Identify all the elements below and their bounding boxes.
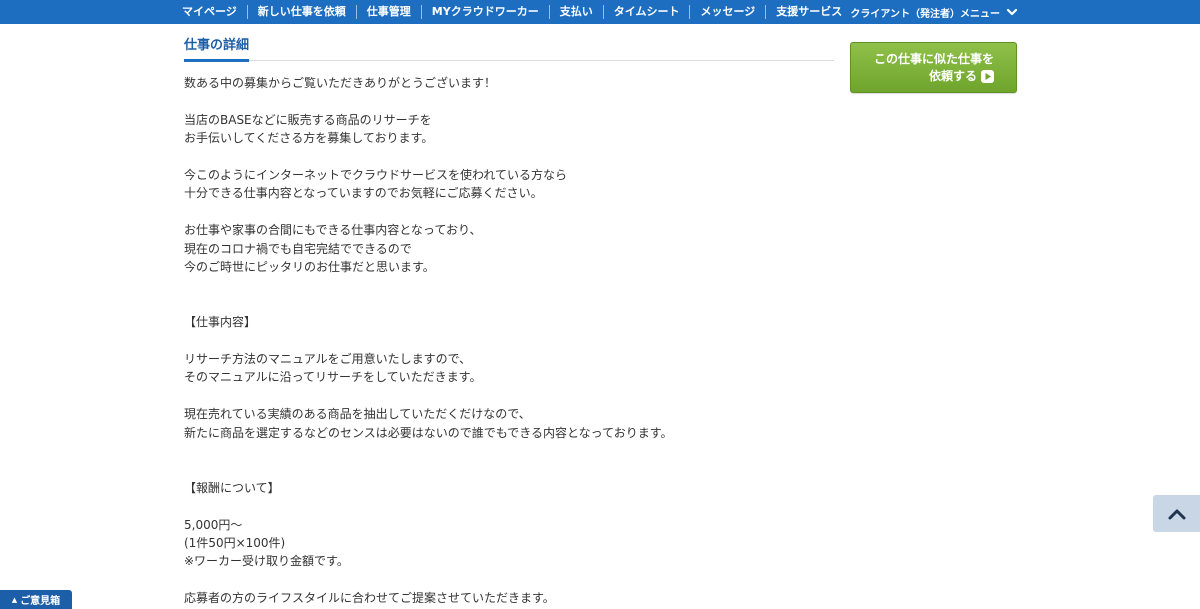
- triangle-up-icon: ▲: [11, 595, 18, 604]
- description-line: 現在売れている実績のある商品を抽出していただくだけなので、: [184, 407, 531, 422]
- description-line: 5,000円〜: [184, 517, 243, 532]
- section-title: 仕事の詳細: [184, 34, 250, 62]
- request-similar-job-button[interactable]: この仕事に似た仕事を 依頼する: [850, 42, 1017, 93]
- chevron-up-icon: [1168, 509, 1185, 519]
- top-navigation-bar: マイページ 新しい仕事を依頼 仕事管理 MYクラウドワーカー 支払い タイムシー…: [0, 0, 1200, 24]
- feedback-tab[interactable]: ▲ ご意見箱: [0, 590, 72, 609]
- description-line: 数ある中の募集からご覧いただきありがとうございます！: [184, 76, 497, 90]
- nav-item-payment[interactable]: 支払い: [548, 5, 603, 19]
- description-line: 当店のBASEなどに販売する商品のリサーチを: [184, 112, 432, 127]
- description-line: 今のご時世にピッタリのお仕事だと思います。: [184, 260, 435, 275]
- description-heading: 【仕事内容】: [184, 315, 257, 330]
- job-description: 数ある中の募集からご覧いただきありがとうございます！ 当店のBASEなどに販売す…: [184, 61, 834, 608]
- job-detail-section: 仕事の詳細 数ある中の募集からご覧いただきありがとうございます！ 当店のBASE…: [184, 24, 834, 608]
- description-line: 応募者の方のライフスタイルに合わせてご提案させていただきます。: [184, 591, 555, 606]
- button-label-line2-wrap: 依頼する: [929, 68, 994, 85]
- section-header: 仕事の詳細: [184, 24, 834, 62]
- button-label-line2: 依頼する: [928, 69, 977, 83]
- nav-item-messages[interactable]: メッセージ: [689, 5, 765, 19]
- chevron-down-icon: [1006, 8, 1018, 16]
- description-line: 今このようにインターネットでクラウドサービスを使われている方なら: [184, 168, 568, 182]
- description-line: 十分できる仕事内容となっていますのでお気軽にご応募ください。: [184, 186, 543, 201]
- description-line: そのマニュアルに沿ってリサーチをしていただきます。: [184, 370, 482, 385]
- description-line: お仕事や家事の合間にもできる仕事内容となっており、: [184, 223, 482, 238]
- nav-item-new-job[interactable]: 新しい仕事を依頼: [246, 5, 356, 19]
- description-line: リサーチ方法のマニュアルをご用意いたしますので、: [184, 352, 472, 367]
- nav-item-timesheet[interactable]: タイムシート: [602, 5, 690, 19]
- client-menu-toggle[interactable]: クライアント（発注者）メニュー: [850, 0, 1018, 24]
- nav-item-job-management[interactable]: 仕事管理: [355, 5, 421, 19]
- scroll-to-top-button[interactable]: [1153, 495, 1200, 532]
- description-line: 新たに商品を選定するなどのセンスは必要はないので誰でもできる内容となっております…: [184, 425, 673, 440]
- description-line: ※ワーカー受け取り金額です。: [184, 554, 349, 569]
- description-line: 現在のコロナ禍でも自宅完結でできるので: [184, 241, 412, 256]
- nav-item-mypage[interactable]: マイページ: [172, 5, 247, 19]
- client-menu-label: クライアント（発注者）メニュー: [850, 8, 1000, 20]
- nav-item-support-services[interactable]: 支援サービス: [765, 5, 852, 19]
- nav-list: マイページ 新しい仕事を依頼 仕事管理 MYクラウドワーカー 支払い タイムシー…: [172, 0, 852, 24]
- nav-item-my-crowdworker[interactable]: MYクラウドワーカー: [420, 5, 549, 19]
- description-line: お手伝いしてくださる方を募集しております。: [184, 131, 434, 146]
- feedback-label: ご意見箱: [20, 596, 61, 607]
- button-label-line1: この仕事に似た仕事を: [873, 52, 994, 66]
- description-line: (1件50円×100件): [184, 536, 286, 551]
- description-heading: 【報酬について】: [184, 480, 280, 495]
- play-circle-icon: [981, 70, 994, 83]
